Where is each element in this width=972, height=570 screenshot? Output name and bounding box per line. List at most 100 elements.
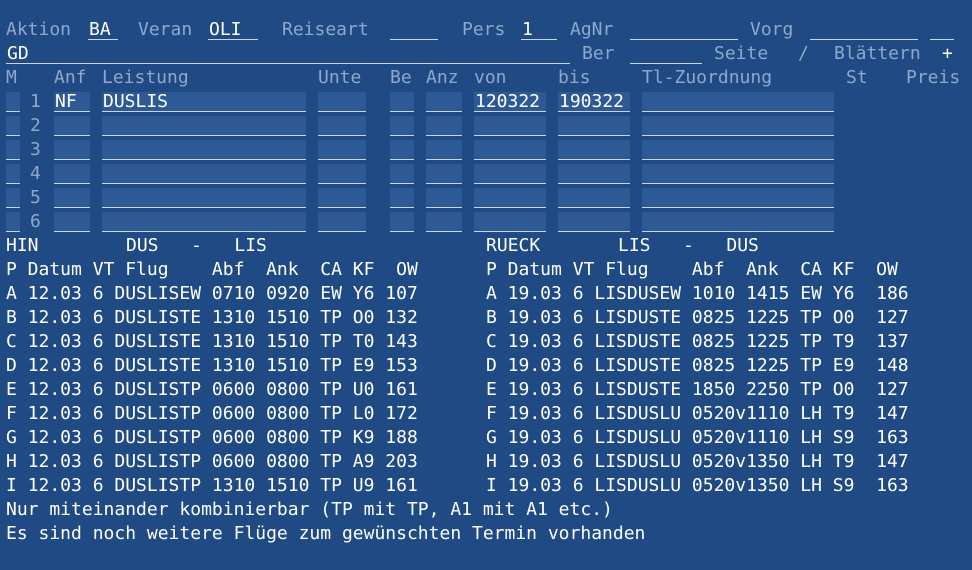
reiseart-field[interactable] bbox=[390, 20, 438, 40]
service-anz-field[interactable] bbox=[426, 92, 462, 112]
rueck-flight-row[interactable]: B 19.03 6 LISDUSTE 0825 1225 TP O0 127 bbox=[486, 307, 909, 329]
service-von-field[interactable]: 120322 bbox=[474, 92, 546, 112]
service-tl-field[interactable] bbox=[642, 140, 834, 160]
service-anz-field[interactable] bbox=[426, 188, 462, 208]
service-be-field[interactable] bbox=[390, 116, 414, 136]
service-von-field[interactable] bbox=[474, 188, 546, 208]
service-von-field[interactable] bbox=[474, 164, 546, 184]
service-von-field[interactable] bbox=[474, 116, 546, 136]
service-row-number: 5 bbox=[30, 187, 41, 208]
col-leistung: Leistung bbox=[102, 67, 189, 88]
hin-flight-row[interactable]: E 12.03 6 DUSLISTP 0600 0800 TP U0 161 bbox=[6, 379, 418, 401]
service-unte-field[interactable] bbox=[318, 116, 366, 136]
hin-flight-row[interactable]: F 12.03 6 DUSLISTP 0600 0800 TP L0 172 bbox=[6, 403, 418, 425]
service-be-field[interactable] bbox=[390, 92, 414, 112]
service-row-number: 2 bbox=[30, 115, 41, 136]
service-m-field[interactable] bbox=[6, 116, 20, 136]
rueck-flight-row[interactable]: C 19.03 6 LISDUSTE 0825 1225 TP T9 137 bbox=[486, 331, 909, 353]
service-unte-field[interactable] bbox=[318, 164, 366, 184]
col-anf: Anf bbox=[54, 67, 87, 88]
aktion-label: Aktion bbox=[6, 19, 72, 40]
pers-field[interactable]: 1 bbox=[521, 20, 557, 40]
service-bis-field[interactable] bbox=[558, 140, 630, 160]
veran-field[interactable]: OLI bbox=[208, 20, 258, 40]
rueck-flight-row[interactable]: I 19.03 6 LISDUSLU 0520v1350 LH S9 163 bbox=[486, 475, 909, 497]
service-bis-field[interactable] bbox=[558, 116, 630, 136]
service-row-number: 4 bbox=[30, 163, 41, 184]
hin-flight-row[interactable]: G 12.03 6 DUSLISTP 0600 0800 TP K9 188 bbox=[6, 427, 418, 449]
service-leistung-field[interactable] bbox=[102, 188, 306, 208]
service-anz-field[interactable] bbox=[426, 164, 462, 184]
blaettern-label: Blättern bbox=[834, 43, 921, 64]
service-anz-field[interactable] bbox=[426, 212, 462, 232]
service-leistung-field[interactable] bbox=[102, 116, 306, 136]
vorg-field[interactable] bbox=[810, 20, 918, 40]
service-leistung-field[interactable] bbox=[102, 212, 306, 232]
hin-label: HIN bbox=[6, 235, 39, 256]
hin-flight-row[interactable]: I 12.03 6 DUSLISTP 1310 1510 TP U9 161 bbox=[6, 475, 418, 497]
service-tl-field[interactable] bbox=[642, 188, 834, 208]
seite-label: Seite bbox=[714, 43, 769, 64]
service-be-field[interactable] bbox=[390, 188, 414, 208]
service-anf-field[interactable] bbox=[54, 164, 90, 184]
service-leistung-field[interactable] bbox=[102, 164, 306, 184]
service-anf-field[interactable]: NF bbox=[54, 92, 90, 112]
blaettern-value[interactable]: + bbox=[942, 43, 953, 65]
service-anz-field[interactable] bbox=[426, 116, 462, 136]
service-von-field[interactable] bbox=[474, 212, 546, 232]
service-tl-field[interactable] bbox=[642, 164, 834, 184]
service-tl-field[interactable] bbox=[642, 116, 834, 136]
hin-flight-row[interactable]: A 12.03 6 DUSLISEW 0710 0920 EW Y6 107 bbox=[6, 283, 418, 305]
service-be-field[interactable] bbox=[390, 164, 414, 184]
combination-note: Nur miteinander kombinierbar (TP mit TP,… bbox=[6, 499, 613, 520]
vorg-extra-field[interactable] bbox=[930, 20, 954, 40]
rueck-flight-row[interactable]: D 19.03 6 LISDUSTE 0825 1225 TP E9 148 bbox=[486, 355, 909, 377]
ber-field[interactable] bbox=[630, 44, 702, 64]
service-m-field[interactable] bbox=[6, 188, 20, 208]
rueck-flight-row[interactable]: G 19.03 6 LISDUSLU 0520v1110 LH S9 163 bbox=[486, 427, 909, 449]
agnr-field[interactable] bbox=[630, 20, 738, 40]
hin-flight-row[interactable]: H 12.03 6 DUSLISTP 0600 0800 TP A9 203 bbox=[6, 451, 418, 473]
service-anz-field[interactable] bbox=[426, 140, 462, 160]
service-von-field[interactable] bbox=[474, 140, 546, 160]
col-unte: Unte bbox=[318, 67, 362, 88]
service-leistung-field[interactable] bbox=[102, 140, 306, 160]
service-unte-field[interactable] bbox=[318, 212, 366, 232]
service-anf-field[interactable] bbox=[54, 140, 90, 160]
col-tl-zuordnung: Tl-Zuordnung bbox=[642, 67, 773, 88]
service-anf-field[interactable] bbox=[54, 188, 90, 208]
service-m-field[interactable] bbox=[6, 212, 20, 232]
service-unte-field[interactable] bbox=[318, 92, 366, 112]
service-anf-field[interactable] bbox=[54, 212, 90, 232]
service-row-number: 1 bbox=[30, 91, 41, 112]
service-m-field[interactable] bbox=[6, 140, 20, 160]
service-bis-field[interactable]: 190322 bbox=[558, 92, 630, 112]
service-be-field[interactable] bbox=[390, 212, 414, 232]
service-leistung-field[interactable]: DUSLIS bbox=[102, 92, 306, 112]
aktion-field[interactable]: BA bbox=[88, 20, 118, 40]
hin-flight-row[interactable]: B 12.03 6 DUSLISTE 1310 1510 TP O0 132 bbox=[6, 307, 418, 329]
service-bis-field[interactable] bbox=[558, 164, 630, 184]
gd-field[interactable]: GD bbox=[6, 44, 570, 64]
hin-flight-row[interactable]: C 12.03 6 DUSLISTE 1310 1510 TP T0 143 bbox=[6, 331, 418, 353]
rueck-flight-row[interactable]: F 19.03 6 LISDUSLU 0520v1110 LH T9 147 bbox=[486, 403, 909, 425]
service-tl-field[interactable] bbox=[642, 212, 834, 232]
rueck-flight-row[interactable]: E 19.03 6 LISDUSTE 1850 2250 TP O0 127 bbox=[486, 379, 909, 401]
col-bis: bis bbox=[558, 67, 591, 88]
service-unte-field[interactable] bbox=[318, 140, 366, 160]
service-m-field[interactable] bbox=[6, 164, 20, 184]
service-unte-field[interactable] bbox=[318, 188, 366, 208]
service-tl-field[interactable] bbox=[642, 92, 834, 112]
hin-flight-row[interactable]: D 12.03 6 DUSLISTE 1310 1510 TP E9 153 bbox=[6, 355, 418, 377]
hin-flight-header: P Datum VT Flug Abf Ank CA KF OW bbox=[6, 259, 418, 280]
service-be-field[interactable] bbox=[390, 140, 414, 160]
rueck-route: LIS - DUS bbox=[618, 235, 759, 256]
service-anf-field[interactable] bbox=[54, 116, 90, 136]
service-bis-field[interactable] bbox=[558, 188, 630, 208]
rueck-flight-row[interactable]: A 19.03 6 LISDUSEW 1010 1415 EW Y6 186 bbox=[486, 283, 909, 305]
rueck-flight-header: P Datum VT Flug Abf Ank CA KF OW bbox=[486, 259, 898, 280]
hin-route: DUS - LIS bbox=[126, 235, 267, 256]
service-bis-field[interactable] bbox=[558, 212, 630, 232]
service-m-field[interactable] bbox=[6, 92, 20, 112]
rueck-flight-row[interactable]: H 19.03 6 LISDUSLU 0520v1350 LH T9 147 bbox=[486, 451, 909, 473]
